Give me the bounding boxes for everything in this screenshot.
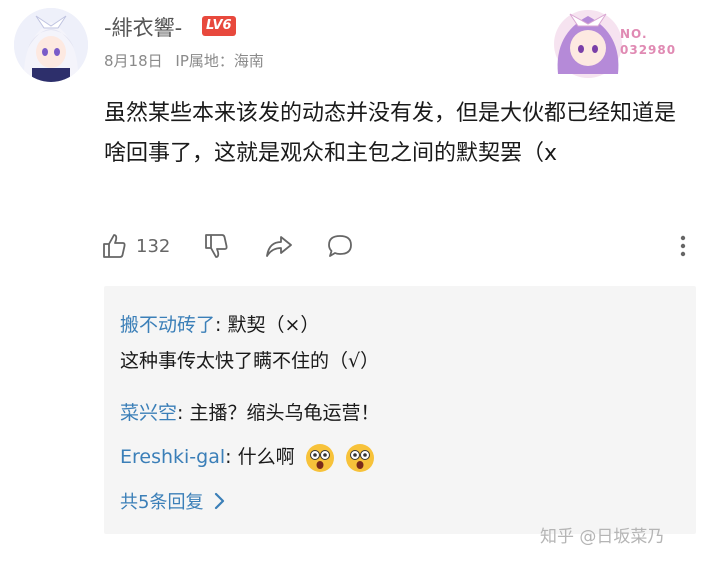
avatar[interactable] xyxy=(14,8,88,82)
like-button[interactable]: 132 xyxy=(100,232,170,260)
reply-text: : 什么啊 xyxy=(225,446,295,468)
more-options-button[interactable] xyxy=(678,232,688,260)
reply-text: : 默契（×） xyxy=(215,314,320,336)
reply-author[interactable]: 搬不动砖了 xyxy=(120,314,215,336)
reply-item[interactable]: 这种事传太快了瞒不住的（√） xyxy=(120,346,379,373)
reply-item[interactable]: 搬不动砖了: 默契（×） xyxy=(120,310,319,337)
ip-location: IP属地：海南 xyxy=(175,52,264,70)
share-button[interactable] xyxy=(264,232,294,260)
reply-text: : 主播？缩头乌龟运营！ xyxy=(177,402,380,424)
shocked-face-emoji-icon xyxy=(305,443,334,472)
reply-author[interactable]: Ereshki-gal xyxy=(120,446,225,468)
more-replies-label: 共5条回复 xyxy=(120,492,204,513)
view-all-replies-link[interactable]: 共5条回复 xyxy=(120,488,225,514)
watermark: 知乎 @日坂菜乃 xyxy=(540,527,665,547)
reply-text: 这种事传太快了瞒不住的（√） xyxy=(120,350,380,372)
like-count: 132 xyxy=(136,235,171,257)
reply-button[interactable] xyxy=(326,232,354,260)
avatar-image xyxy=(14,8,88,82)
username[interactable]: -緋衣響- xyxy=(104,12,182,42)
thumbs-down-icon xyxy=(205,234,228,258)
fan-badge-label: NO. xyxy=(620,27,648,41)
comment-actions: 132 xyxy=(100,232,700,266)
fan-badge-digits: 032980 xyxy=(620,43,677,57)
comment-date: 8月18日 xyxy=(104,52,163,70)
reply-author[interactable]: 菜兴空 xyxy=(120,402,177,424)
shocked-face-emoji-icon xyxy=(345,443,374,472)
fan-badge-number: NO. 032980 xyxy=(620,26,676,58)
level-badge: LV6 xyxy=(202,16,236,36)
reply-item[interactable]: Ereshki-gal: 什么啊 xyxy=(120,442,375,473)
comment-text: 虽然某些本来该发的动态并没有发，但是大伙都已经知道是啥回事了，这就是观众和主包之… xyxy=(104,101,677,166)
vertical-ellipsis-icon xyxy=(680,235,686,257)
replies-panel: 搬不动砖了: 默契（×） 这种事传太快了瞒不住的（√） 菜兴空: 主播？缩头乌龟… xyxy=(104,286,696,534)
thumbs-up-icon xyxy=(103,234,126,258)
reply-item[interactable]: 菜兴空: 主播？缩头乌龟运营！ xyxy=(120,398,379,425)
dislike-button[interactable] xyxy=(202,232,230,260)
share-arrow-icon xyxy=(266,236,292,257)
chevron-right-icon xyxy=(215,492,225,510)
comment-meta: 8月18日 IP属地：海南 xyxy=(104,50,272,71)
comment-bubble-icon xyxy=(328,235,352,257)
